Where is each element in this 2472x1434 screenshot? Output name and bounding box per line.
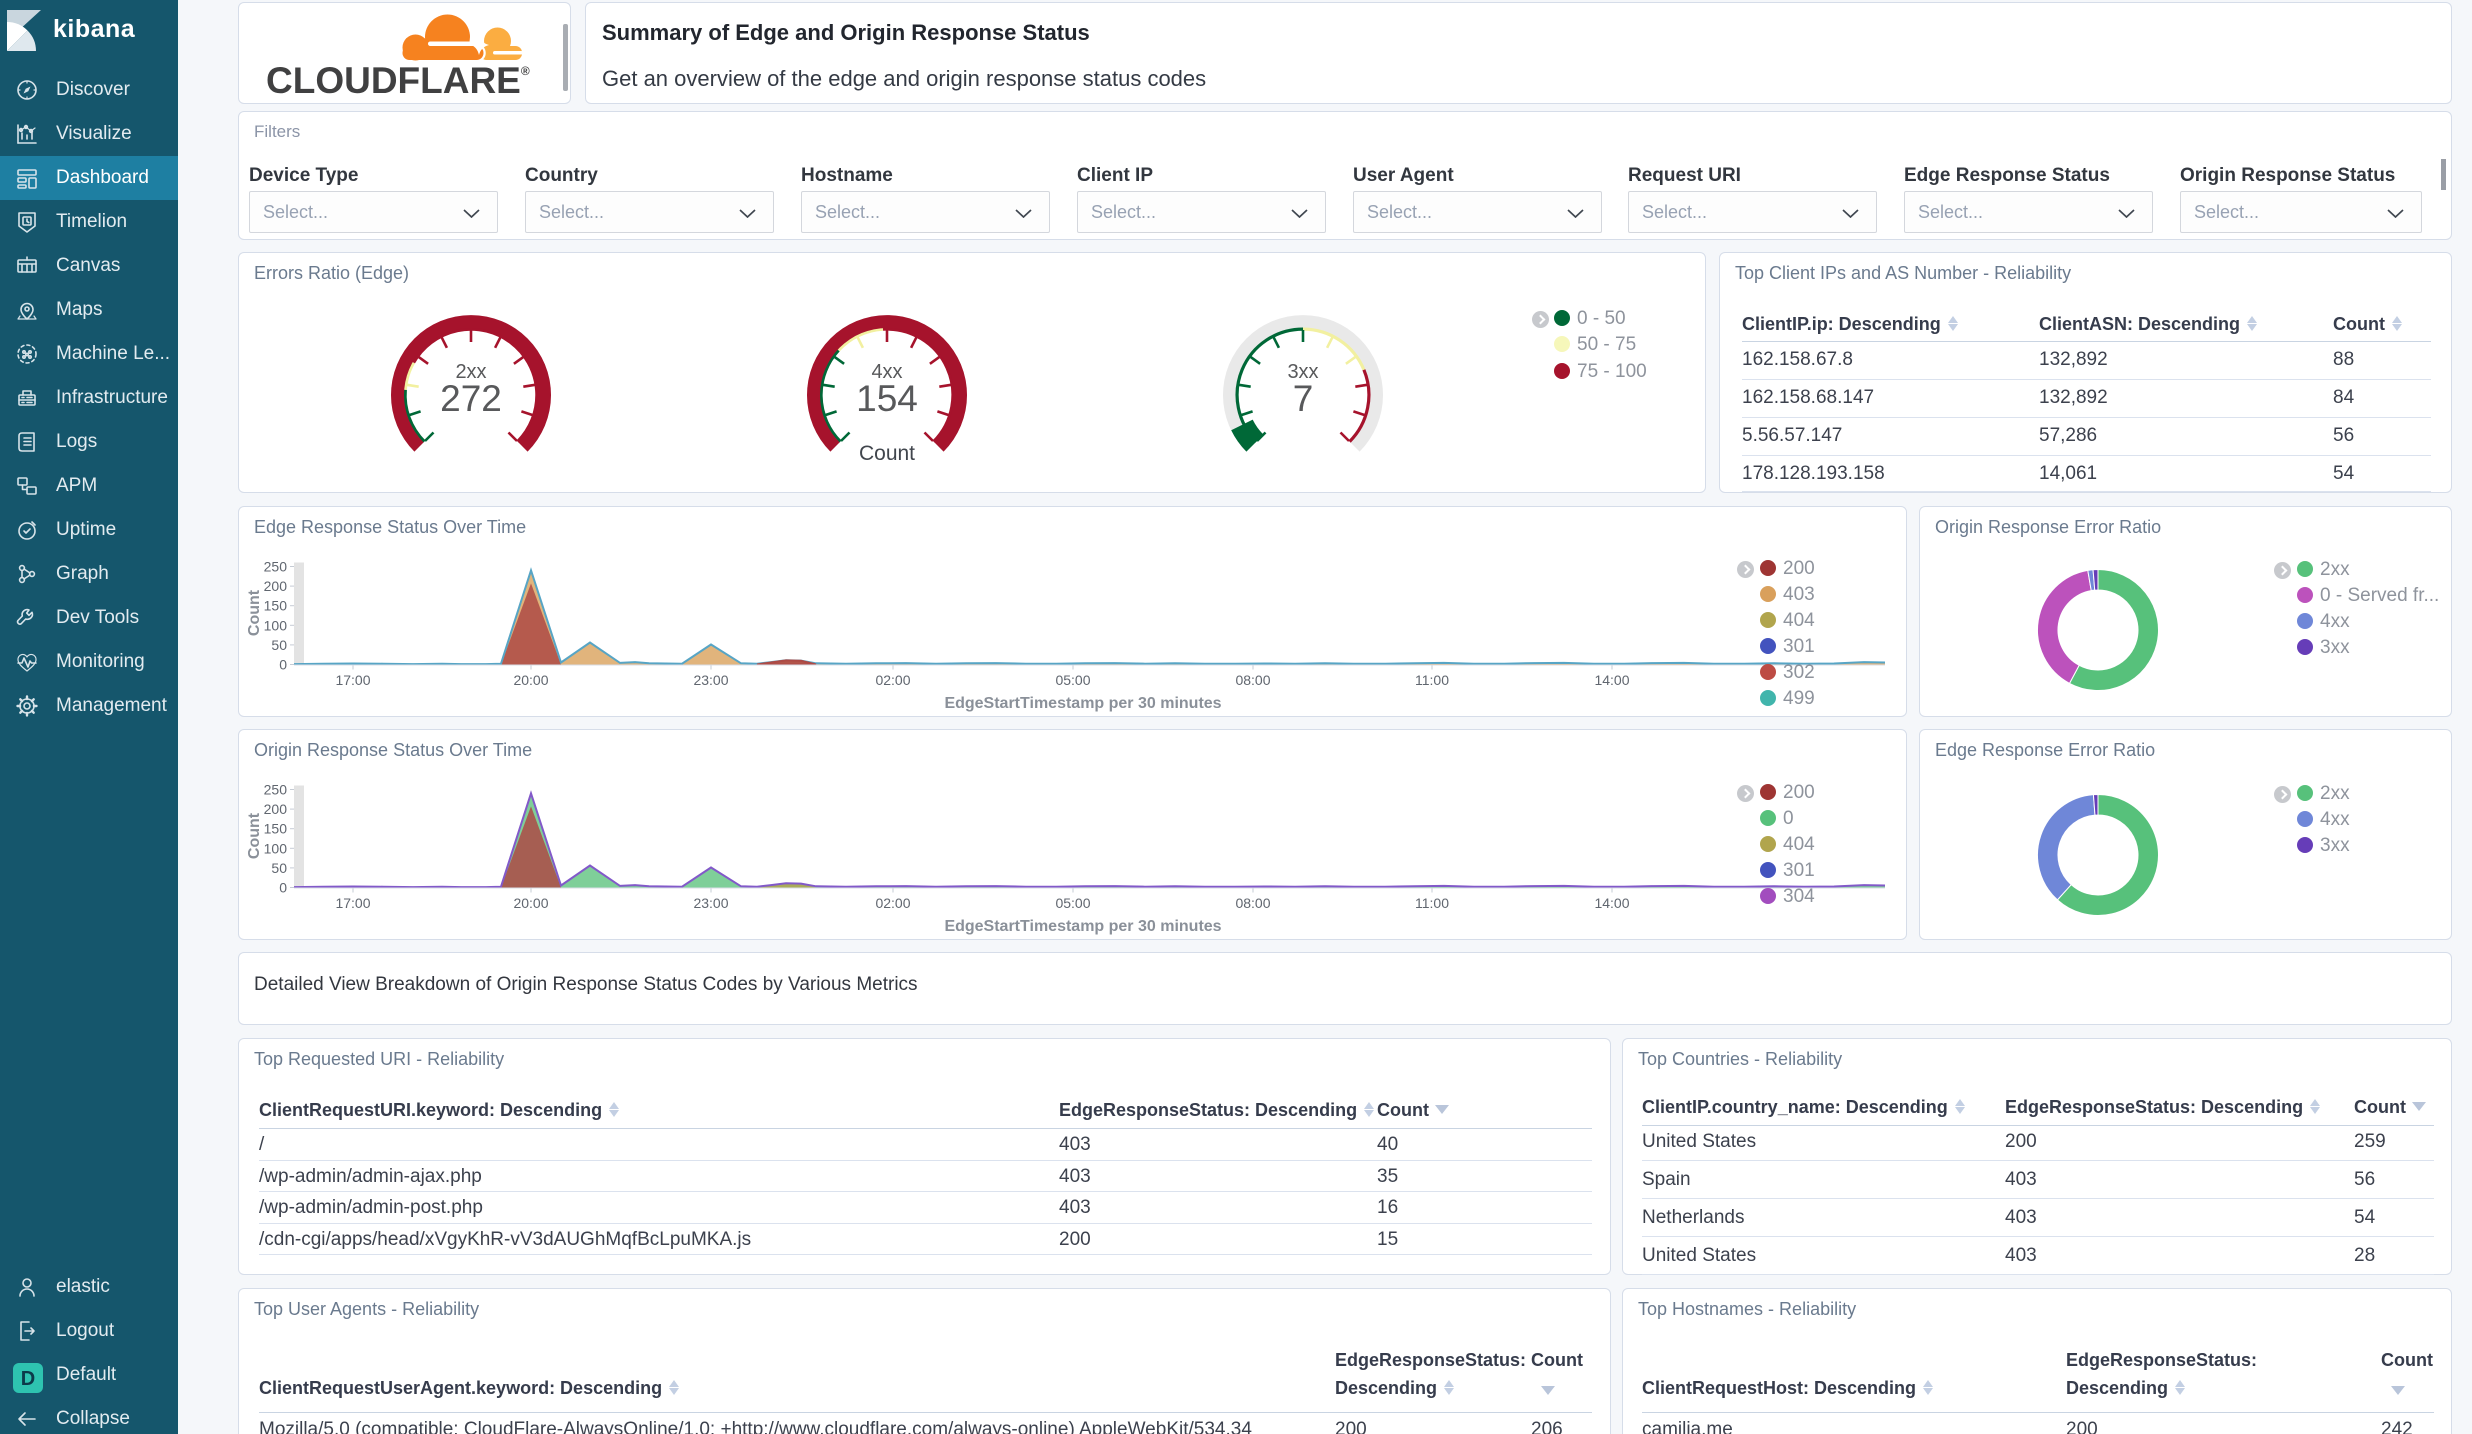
- svg-text:EdgeStartTimestamp per 30 minu: EdgeStartTimestamp per 30 minutes: [944, 918, 1221, 935]
- svg-text:08:00: 08:00: [1235, 895, 1270, 911]
- svg-text:17:00: 17:00: [335, 672, 370, 688]
- svg-text:150: 150: [264, 598, 288, 614]
- svg-text:23:00: 23:00: [693, 672, 728, 688]
- svg-text:EdgeStartTimestamp per 30 minu: EdgeStartTimestamp per 30 minutes: [944, 695, 1221, 712]
- svg-text:200: 200: [264, 578, 288, 594]
- svg-text:Count: Count: [246, 812, 263, 859]
- svg-text:150: 150: [264, 821, 288, 837]
- svg-text:0: 0: [279, 880, 287, 896]
- svg-text:250: 250: [264, 782, 288, 798]
- svg-text:50: 50: [271, 860, 287, 876]
- svg-text:20:00: 20:00: [513, 672, 548, 688]
- svg-text:100: 100: [264, 617, 288, 633]
- svg-text:02:00: 02:00: [875, 895, 910, 911]
- svg-text:200: 200: [264, 801, 288, 817]
- svg-text:Count: Count: [246, 589, 263, 636]
- svg-text:250: 250: [264, 559, 288, 575]
- svg-text:05:00: 05:00: [1055, 895, 1090, 911]
- svg-text:02:00: 02:00: [875, 672, 910, 688]
- svg-text:08:00: 08:00: [1235, 672, 1270, 688]
- svg-text:14:00: 14:00: [1594, 895, 1629, 911]
- svg-text:20:00: 20:00: [513, 895, 548, 911]
- svg-text:100: 100: [264, 840, 288, 856]
- svg-text:7: 7: [1293, 378, 1314, 419]
- svg-text:23:00: 23:00: [693, 895, 728, 911]
- svg-text:05:00: 05:00: [1055, 672, 1090, 688]
- svg-text:11:00: 11:00: [1415, 895, 1449, 911]
- svg-text:154: 154: [856, 378, 918, 419]
- svg-text:Count: Count: [859, 442, 915, 465]
- svg-text:D: D: [21, 1368, 35, 1390]
- svg-text:14:00: 14:00: [1594, 672, 1629, 688]
- svg-text:50: 50: [271, 637, 287, 653]
- svg-text:0: 0: [279, 657, 287, 673]
- svg-text:272: 272: [440, 378, 502, 419]
- svg-text:17:00: 17:00: [335, 895, 370, 911]
- svg-text:11:00: 11:00: [1415, 672, 1449, 688]
